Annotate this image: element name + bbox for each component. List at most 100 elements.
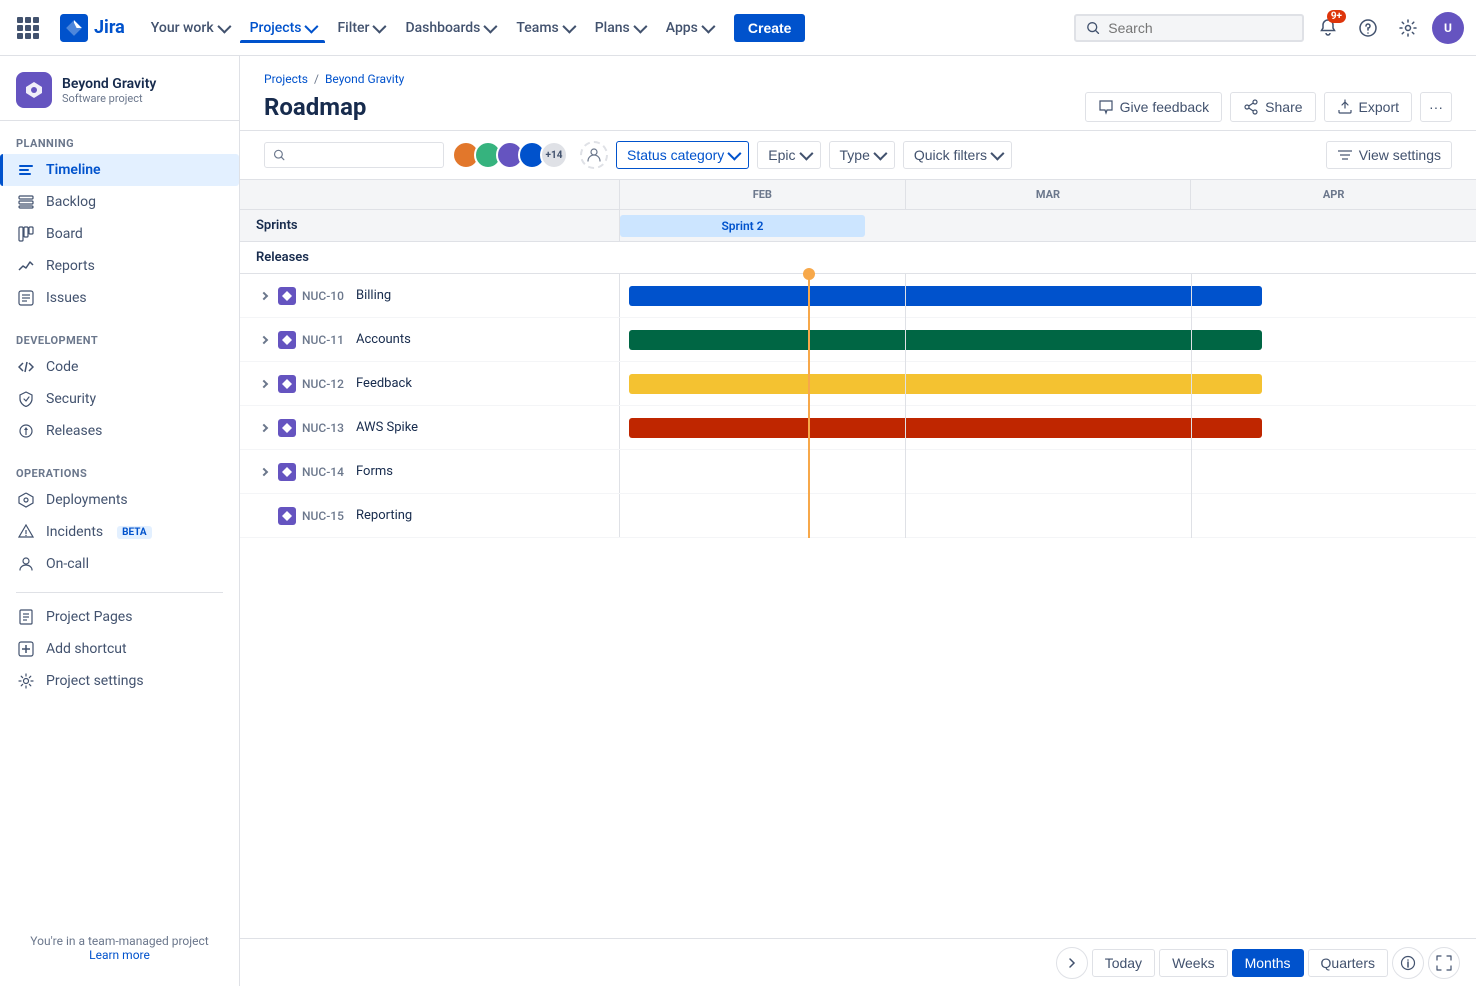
assignee-filter-button[interactable] bbox=[580, 141, 608, 169]
roadmap-footer: Today Weeks Months Quarters bbox=[240, 938, 1476, 986]
search-box[interactable] bbox=[1074, 14, 1304, 42]
avatar-count[interactable]: +14 bbox=[540, 141, 568, 169]
settings-button[interactable] bbox=[1392, 12, 1424, 44]
expand-button[interactable] bbox=[256, 288, 272, 304]
help-button[interactable] bbox=[1352, 12, 1384, 44]
releases-icon bbox=[18, 423, 34, 439]
user-avatar[interactable]: U bbox=[1432, 12, 1464, 44]
issues-container: NUC-10 Billing bbox=[240, 274, 1476, 538]
issue-row: NUC-11 Accounts bbox=[240, 318, 1476, 362]
nav-teams[interactable]: Teams bbox=[506, 14, 582, 42]
issue-name[interactable]: Forms bbox=[356, 464, 611, 479]
sidebar-item-project-pages[interactable]: Project Pages bbox=[0, 601, 239, 633]
share-button[interactable]: Share bbox=[1230, 92, 1315, 122]
gantt-bar[interactable] bbox=[629, 330, 1262, 350]
search-input[interactable] bbox=[1108, 20, 1292, 36]
chevron-down-icon bbox=[562, 19, 576, 33]
nav-apps[interactable]: Apps bbox=[656, 14, 722, 42]
breadcrumb-project[interactable]: Beyond Gravity bbox=[325, 72, 404, 86]
export-button[interactable]: Export bbox=[1324, 92, 1412, 122]
sidebar-item-add-shortcut[interactable]: Add shortcut bbox=[0, 633, 239, 665]
avatars-row: +14 bbox=[452, 141, 568, 169]
nav-your-work[interactable]: Your work bbox=[141, 14, 238, 42]
view-settings-button[interactable]: View settings bbox=[1326, 141, 1452, 169]
sidebar-item-releases[interactable]: Releases bbox=[0, 415, 239, 447]
notifications-button[interactable]: 9+ bbox=[1312, 12, 1344, 44]
issue-key: NUC-15 bbox=[302, 509, 350, 523]
more-actions-button[interactable]: ··· bbox=[1420, 92, 1452, 122]
scroll-left-button[interactable] bbox=[1056, 947, 1088, 979]
code-icon bbox=[18, 359, 34, 375]
weeks-button[interactable]: Weeks bbox=[1159, 949, 1228, 977]
apps-grid-button[interactable] bbox=[12, 12, 44, 44]
roadmap-search-input[interactable] bbox=[291, 147, 435, 163]
project-settings-icon bbox=[18, 673, 34, 689]
issue-name[interactable]: Billing bbox=[356, 288, 611, 303]
give-feedback-button[interactable]: Give feedback bbox=[1085, 92, 1223, 122]
sidebar-item-reports[interactable]: Reports bbox=[0, 250, 239, 282]
sidebar: Beyond Gravity Software project PLANNING… bbox=[0, 56, 240, 986]
chevron-down-icon bbox=[633, 19, 647, 33]
quarters-button[interactable]: Quarters bbox=[1308, 949, 1388, 977]
sidebar-item-backlog[interactable]: Backlog bbox=[0, 186, 239, 218]
issues-icon bbox=[18, 290, 34, 306]
sprint-badge[interactable]: Sprint 2 bbox=[620, 215, 865, 237]
type-filter[interactable]: Type bbox=[829, 141, 895, 169]
chevron-down-icon bbox=[990, 147, 1004, 161]
jira-logo[interactable]: Jira bbox=[60, 14, 125, 42]
sidebar-item-reports-label: Reports bbox=[46, 258, 95, 274]
gantt-bar[interactable] bbox=[629, 374, 1262, 394]
issue-row: NUC-12 Feedback bbox=[240, 362, 1476, 406]
page-title: Roadmap bbox=[264, 93, 366, 121]
epic-filter[interactable]: Epic bbox=[757, 141, 820, 169]
project-avatar bbox=[16, 72, 52, 108]
issue-name[interactable]: AWS Spike bbox=[356, 420, 611, 435]
gantt-bar[interactable] bbox=[629, 286, 1262, 306]
app-body: Beyond Gravity Software project PLANNING… bbox=[0, 56, 1476, 986]
page-header: Projects / Beyond Gravity Roadmap Give f… bbox=[240, 56, 1476, 131]
issue-name[interactable]: Accounts bbox=[356, 332, 611, 347]
fullscreen-button[interactable] bbox=[1428, 947, 1460, 979]
grid-body: Sprints Sprint 2 Releases bbox=[240, 210, 1476, 938]
nav-projects[interactable]: Projects bbox=[240, 14, 326, 42]
issue-key: NUC-13 bbox=[302, 421, 350, 435]
backlog-icon bbox=[18, 194, 34, 210]
sidebar-item-incidents[interactable]: Incidents BETA bbox=[0, 516, 239, 548]
learn-more-link[interactable]: Learn more bbox=[89, 948, 150, 962]
breadcrumb-projects[interactable]: Projects bbox=[264, 72, 308, 86]
quick-filters-button[interactable]: Quick filters bbox=[903, 141, 1012, 169]
sidebar-item-security[interactable]: Security bbox=[0, 383, 239, 415]
sidebar-item-deployments[interactable]: Deployments bbox=[0, 484, 239, 516]
nav-dashboards[interactable]: Dashboards bbox=[395, 14, 504, 42]
expand-button[interactable] bbox=[256, 464, 272, 480]
nav-plans[interactable]: Plans bbox=[585, 14, 654, 42]
issue-name[interactable]: Reporting bbox=[356, 508, 611, 523]
nav-filter[interactable]: Filter bbox=[327, 14, 393, 42]
roadmap-search[interactable] bbox=[264, 142, 444, 168]
info-button[interactable] bbox=[1392, 947, 1424, 979]
sidebar-item-timeline-label: Timeline bbox=[46, 162, 101, 178]
sidebar-item-project-settings[interactable]: Project settings bbox=[0, 665, 239, 697]
timeline-icon bbox=[18, 162, 34, 178]
status-category-filter[interactable]: Status category bbox=[616, 141, 749, 169]
sidebar-item-timeline[interactable]: Timeline bbox=[0, 154, 239, 186]
settings-icon bbox=[1398, 18, 1418, 38]
issue-name[interactable]: Feedback bbox=[356, 376, 611, 391]
sidebar-item-oncall[interactable]: On-call bbox=[0, 548, 239, 580]
sidebar-item-board[interactable]: Board bbox=[0, 218, 239, 250]
search-icon bbox=[1086, 20, 1100, 36]
gantt-bar[interactable] bbox=[629, 418, 1262, 438]
expand-button[interactable] bbox=[256, 332, 272, 348]
today-button[interactable]: Today bbox=[1092, 949, 1155, 977]
create-button[interactable]: Create bbox=[734, 14, 806, 42]
notification-badge: 9+ bbox=[1327, 10, 1346, 23]
breadcrumb: Projects / Beyond Gravity bbox=[264, 72, 1452, 86]
expand-button[interactable] bbox=[256, 420, 272, 436]
sidebar-item-issues[interactable]: Issues bbox=[0, 282, 239, 314]
incidents-icon bbox=[18, 524, 34, 540]
fullscreen-icon bbox=[1436, 955, 1452, 971]
sidebar-item-code[interactable]: Code bbox=[0, 351, 239, 383]
expand-button[interactable] bbox=[256, 376, 272, 392]
project-header[interactable]: Beyond Gravity Software project bbox=[0, 56, 239, 121]
months-button[interactable]: Months bbox=[1232, 949, 1304, 977]
